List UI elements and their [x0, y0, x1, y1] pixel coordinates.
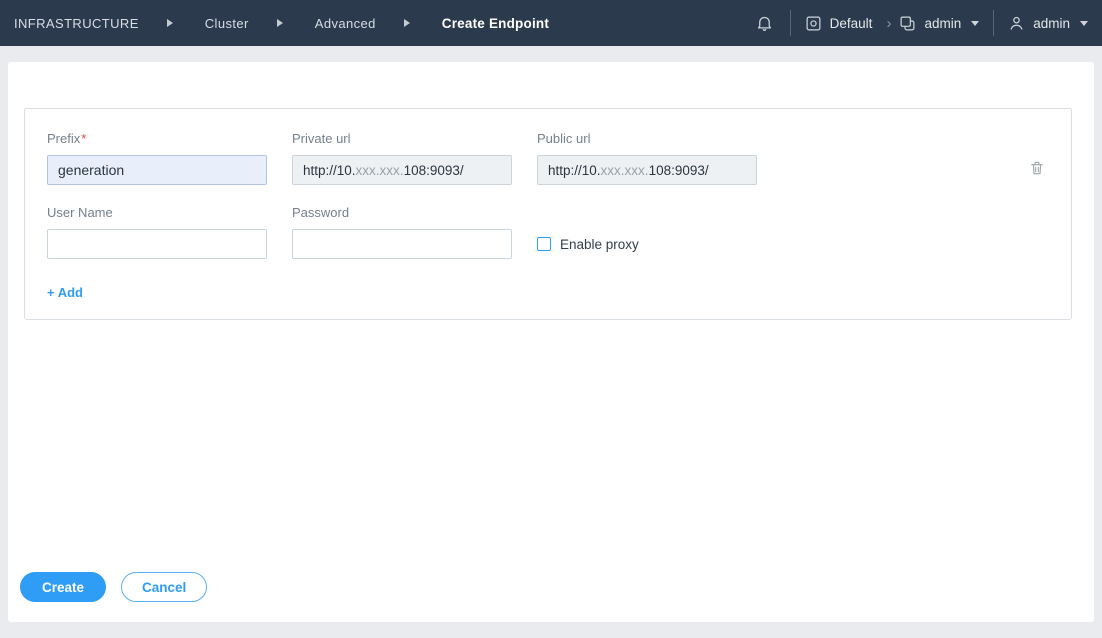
user-name-input[interactable] [47, 229, 267, 259]
user-menu[interactable]: admin [1008, 14, 1088, 32]
breadcrumb-cluster[interactable]: Cluster [205, 16, 249, 31]
prefix-field-group: Prefix* [47, 131, 267, 185]
notification-bell-icon[interactable] [755, 13, 774, 33]
breadcrumb-arrow-icon [167, 19, 173, 27]
tenant-label: admin [924, 16, 961, 31]
endpoint-form-card: Prefix* Private url http://10.xxx.xxx.10… [24, 108, 1072, 320]
breadcrumb-advanced[interactable]: Advanced [315, 16, 376, 31]
scope-icon [805, 15, 822, 32]
public-url-masked-text: xxx.xxx. [601, 163, 649, 178]
breadcrumb-create-endpoint: Create Endpoint [442, 16, 549, 31]
public-url-text: 108:9093/ [649, 163, 709, 178]
chevron-down-icon [1080, 21, 1088, 26]
enable-proxy-label: Enable proxy [560, 237, 639, 252]
enable-proxy-group: Enable proxy [537, 229, 639, 259]
user-label: admin [1033, 16, 1070, 31]
scope-chevron-icon: › [886, 15, 891, 32]
top-nav-bar: INFRASTRUCTURE Cluster Advanced Create E… [0, 0, 1102, 46]
form-row-urls: Prefix* Private url http://10.xxx.xxx.10… [47, 131, 1049, 185]
required-asterisk: * [81, 131, 86, 146]
prefix-label: Prefix* [47, 131, 267, 146]
delete-endpoint-button[interactable] [1029, 159, 1045, 177]
user-name-label: User Name [47, 205, 267, 220]
scope-selector[interactable]: Default [805, 15, 879, 32]
scope-label: Default [830, 16, 873, 31]
breadcrumb-arrow-icon [277, 19, 283, 27]
content-panel: Prefix* Private url http://10.xxx.xxx.10… [8, 62, 1094, 622]
enable-proxy-checkbox[interactable] [537, 237, 551, 251]
private-url-label: Private url [292, 131, 512, 146]
user-icon [1008, 14, 1025, 32]
cancel-button[interactable]: Cancel [121, 572, 207, 602]
private-url-input[interactable]: http://10.xxx.xxx.108:9093/ [292, 155, 512, 185]
form-actions: Create Cancel [20, 572, 207, 602]
form-row-credentials: User Name Password Enable proxy [47, 205, 1049, 259]
breadcrumb: INFRASTRUCTURE Cluster Advanced Create E… [14, 16, 549, 31]
create-button[interactable]: Create [20, 572, 106, 602]
tenant-icon [899, 15, 916, 32]
private-url-text: http://10. [303, 163, 356, 178]
header-divider [790, 10, 791, 36]
prefix-input[interactable] [47, 155, 267, 185]
password-field-group: Password [292, 205, 512, 259]
public-url-text: http://10. [548, 163, 601, 178]
chevron-down-icon [971, 21, 979, 26]
public-url-field-group: Public url http://10.xxx.xxx.108:9093/ [537, 131, 757, 185]
add-endpoint-link[interactable]: + Add [47, 285, 83, 300]
public-url-input[interactable]: http://10.xxx.xxx.108:9093/ [537, 155, 757, 185]
password-label: Password [292, 205, 512, 220]
breadcrumb-arrow-icon [404, 19, 410, 27]
private-url-masked-text: xxx.xxx. [356, 163, 404, 178]
header-divider [993, 10, 994, 36]
private-url-field-group: Private url http://10.xxx.xxx.108:9093/ [292, 131, 512, 185]
private-url-text: 108:9093/ [404, 163, 464, 178]
password-input[interactable] [292, 229, 512, 259]
tenant-selector[interactable]: admin [899, 15, 979, 32]
public-url-label: Public url [537, 131, 757, 146]
user-name-field-group: User Name [47, 205, 267, 259]
breadcrumb-infrastructure[interactable]: INFRASTRUCTURE [14, 16, 139, 31]
